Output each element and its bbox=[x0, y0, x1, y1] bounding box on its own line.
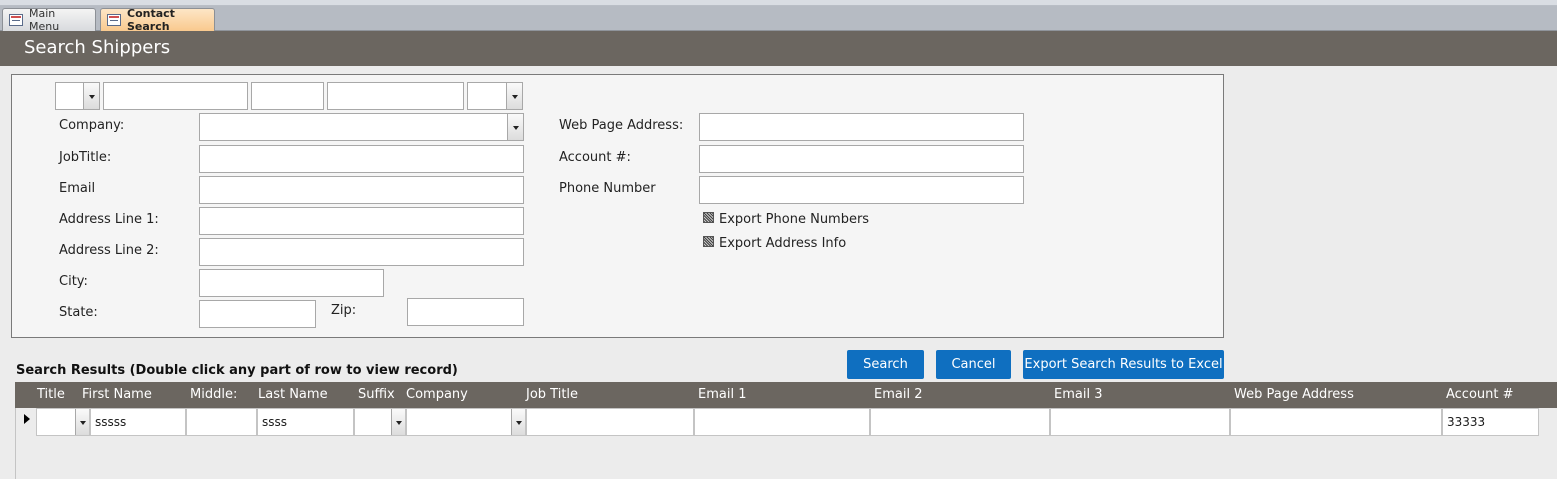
form-header: Search Shippers bbox=[0, 31, 1557, 66]
first-name-field[interactable] bbox=[103, 82, 248, 110]
document-tab-bar: Main Menu Contact Search bbox=[0, 6, 1557, 33]
search-button[interactable]: Search bbox=[847, 350, 924, 379]
table-cell-company[interactable] bbox=[406, 408, 526, 436]
city-field[interactable] bbox=[199, 269, 384, 297]
zip-label: Zip: bbox=[331, 303, 357, 318]
results-caption: Search Results (Double click any part of… bbox=[16, 363, 458, 378]
column-header-last-name[interactable]: Last Name bbox=[258, 387, 328, 402]
address2-label: Address Line 2: bbox=[59, 243, 159, 258]
form-icon bbox=[9, 14, 23, 26]
address1-label: Address Line 1: bbox=[59, 212, 159, 227]
state-label: State: bbox=[59, 305, 98, 320]
email-field[interactable] bbox=[199, 176, 524, 204]
chevron-down-icon[interactable] bbox=[391, 409, 405, 435]
chevron-down-icon[interactable] bbox=[511, 409, 525, 435]
jobtitle-label: JobTitle: bbox=[59, 150, 112, 165]
chevron-down-icon[interactable] bbox=[507, 114, 523, 140]
column-header-suffix[interactable]: Suffix bbox=[358, 387, 395, 402]
chevron-down-icon[interactable] bbox=[83, 83, 99, 109]
table-cell-first-name[interactable]: sssss bbox=[90, 408, 186, 436]
state-field[interactable] bbox=[199, 300, 316, 328]
table-cell-title[interactable] bbox=[36, 408, 90, 436]
table-cell-middle[interactable] bbox=[186, 408, 257, 436]
table-cell-account[interactable]: 33333 bbox=[1442, 408, 1539, 436]
tab-label: Main Menu bbox=[29, 7, 60, 33]
table-cell-last-name[interactable]: ssss bbox=[257, 408, 354, 436]
page-title: Search Shippers bbox=[24, 37, 171, 58]
column-header-account[interactable]: Account # bbox=[1446, 387, 1514, 402]
company-label: Company: bbox=[59, 118, 125, 133]
city-label: City: bbox=[59, 274, 88, 289]
jobtitle-field[interactable] bbox=[199, 145, 524, 173]
column-header-email1[interactable]: Email 1 bbox=[698, 387, 746, 402]
form-icon bbox=[107, 14, 121, 26]
address1-field[interactable] bbox=[199, 207, 524, 235]
column-header-email2[interactable]: Email 2 bbox=[874, 387, 922, 402]
column-header-job-title[interactable]: Job Title bbox=[526, 387, 578, 402]
table-cell-email3[interactable] bbox=[1050, 408, 1230, 436]
name-suffix-combo[interactable] bbox=[467, 82, 523, 110]
export-address-label: Export Address Info bbox=[719, 236, 847, 251]
chevron-down-icon[interactable] bbox=[506, 83, 522, 109]
chevron-down-icon[interactable] bbox=[75, 409, 89, 435]
tab-label: Contact Search bbox=[127, 7, 175, 33]
company-combo[interactable] bbox=[199, 113, 524, 141]
export-phone-label: Export Phone Numbers bbox=[719, 212, 870, 227]
middle-name-field[interactable] bbox=[251, 82, 324, 110]
phone-field[interactable] bbox=[699, 176, 1024, 204]
column-header-company[interactable]: Company bbox=[406, 387, 468, 402]
address2-field[interactable] bbox=[199, 238, 524, 266]
last-name-field[interactable] bbox=[327, 82, 464, 110]
column-header-email3[interactable]: Email 3 bbox=[1054, 387, 1102, 402]
table-cell-web-page[interactable] bbox=[1230, 408, 1442, 436]
table-cell-job-title[interactable] bbox=[526, 408, 694, 436]
column-header-title[interactable]: Title bbox=[37, 387, 65, 402]
email-label: Email bbox=[59, 181, 96, 196]
table-cell-email1[interactable] bbox=[694, 408, 870, 436]
results-grid-header: Title First Name Middle: Last Name Suffi… bbox=[15, 382, 1557, 408]
webpage-label: Web Page Address: bbox=[559, 118, 684, 133]
search-criteria-panel: Company: JobTitle: Email Address Line 1:… bbox=[11, 74, 1224, 338]
column-header-first-name[interactable]: First Name bbox=[82, 387, 152, 402]
column-header-middle[interactable]: Middle: bbox=[190, 387, 237, 402]
table-cell-email2[interactable] bbox=[870, 408, 1050, 436]
tab-contact-search[interactable]: Contact Search bbox=[100, 7, 215, 33]
export-to-excel-button[interactable]: Export Search Results to Excel bbox=[1023, 350, 1224, 379]
phone-label: Phone Number bbox=[559, 181, 656, 196]
cancel-button[interactable]: Cancel bbox=[936, 350, 1011, 379]
table-cell-suffix[interactable] bbox=[354, 408, 406, 436]
account-field[interactable] bbox=[699, 145, 1024, 173]
account-label: Account #: bbox=[559, 150, 631, 165]
column-header-web-page[interactable]: Web Page Address bbox=[1234, 387, 1354, 402]
record-selector-icon[interactable] bbox=[16, 408, 36, 436]
name-title-combo[interactable] bbox=[55, 82, 100, 110]
zip-field[interactable] bbox=[407, 298, 524, 326]
webpage-field[interactable] bbox=[699, 113, 1024, 141]
tab-main-menu[interactable]: Main Menu bbox=[2, 7, 96, 33]
export-phone-checkbox[interactable] bbox=[703, 212, 714, 223]
export-address-checkbox[interactable] bbox=[703, 236, 714, 247]
